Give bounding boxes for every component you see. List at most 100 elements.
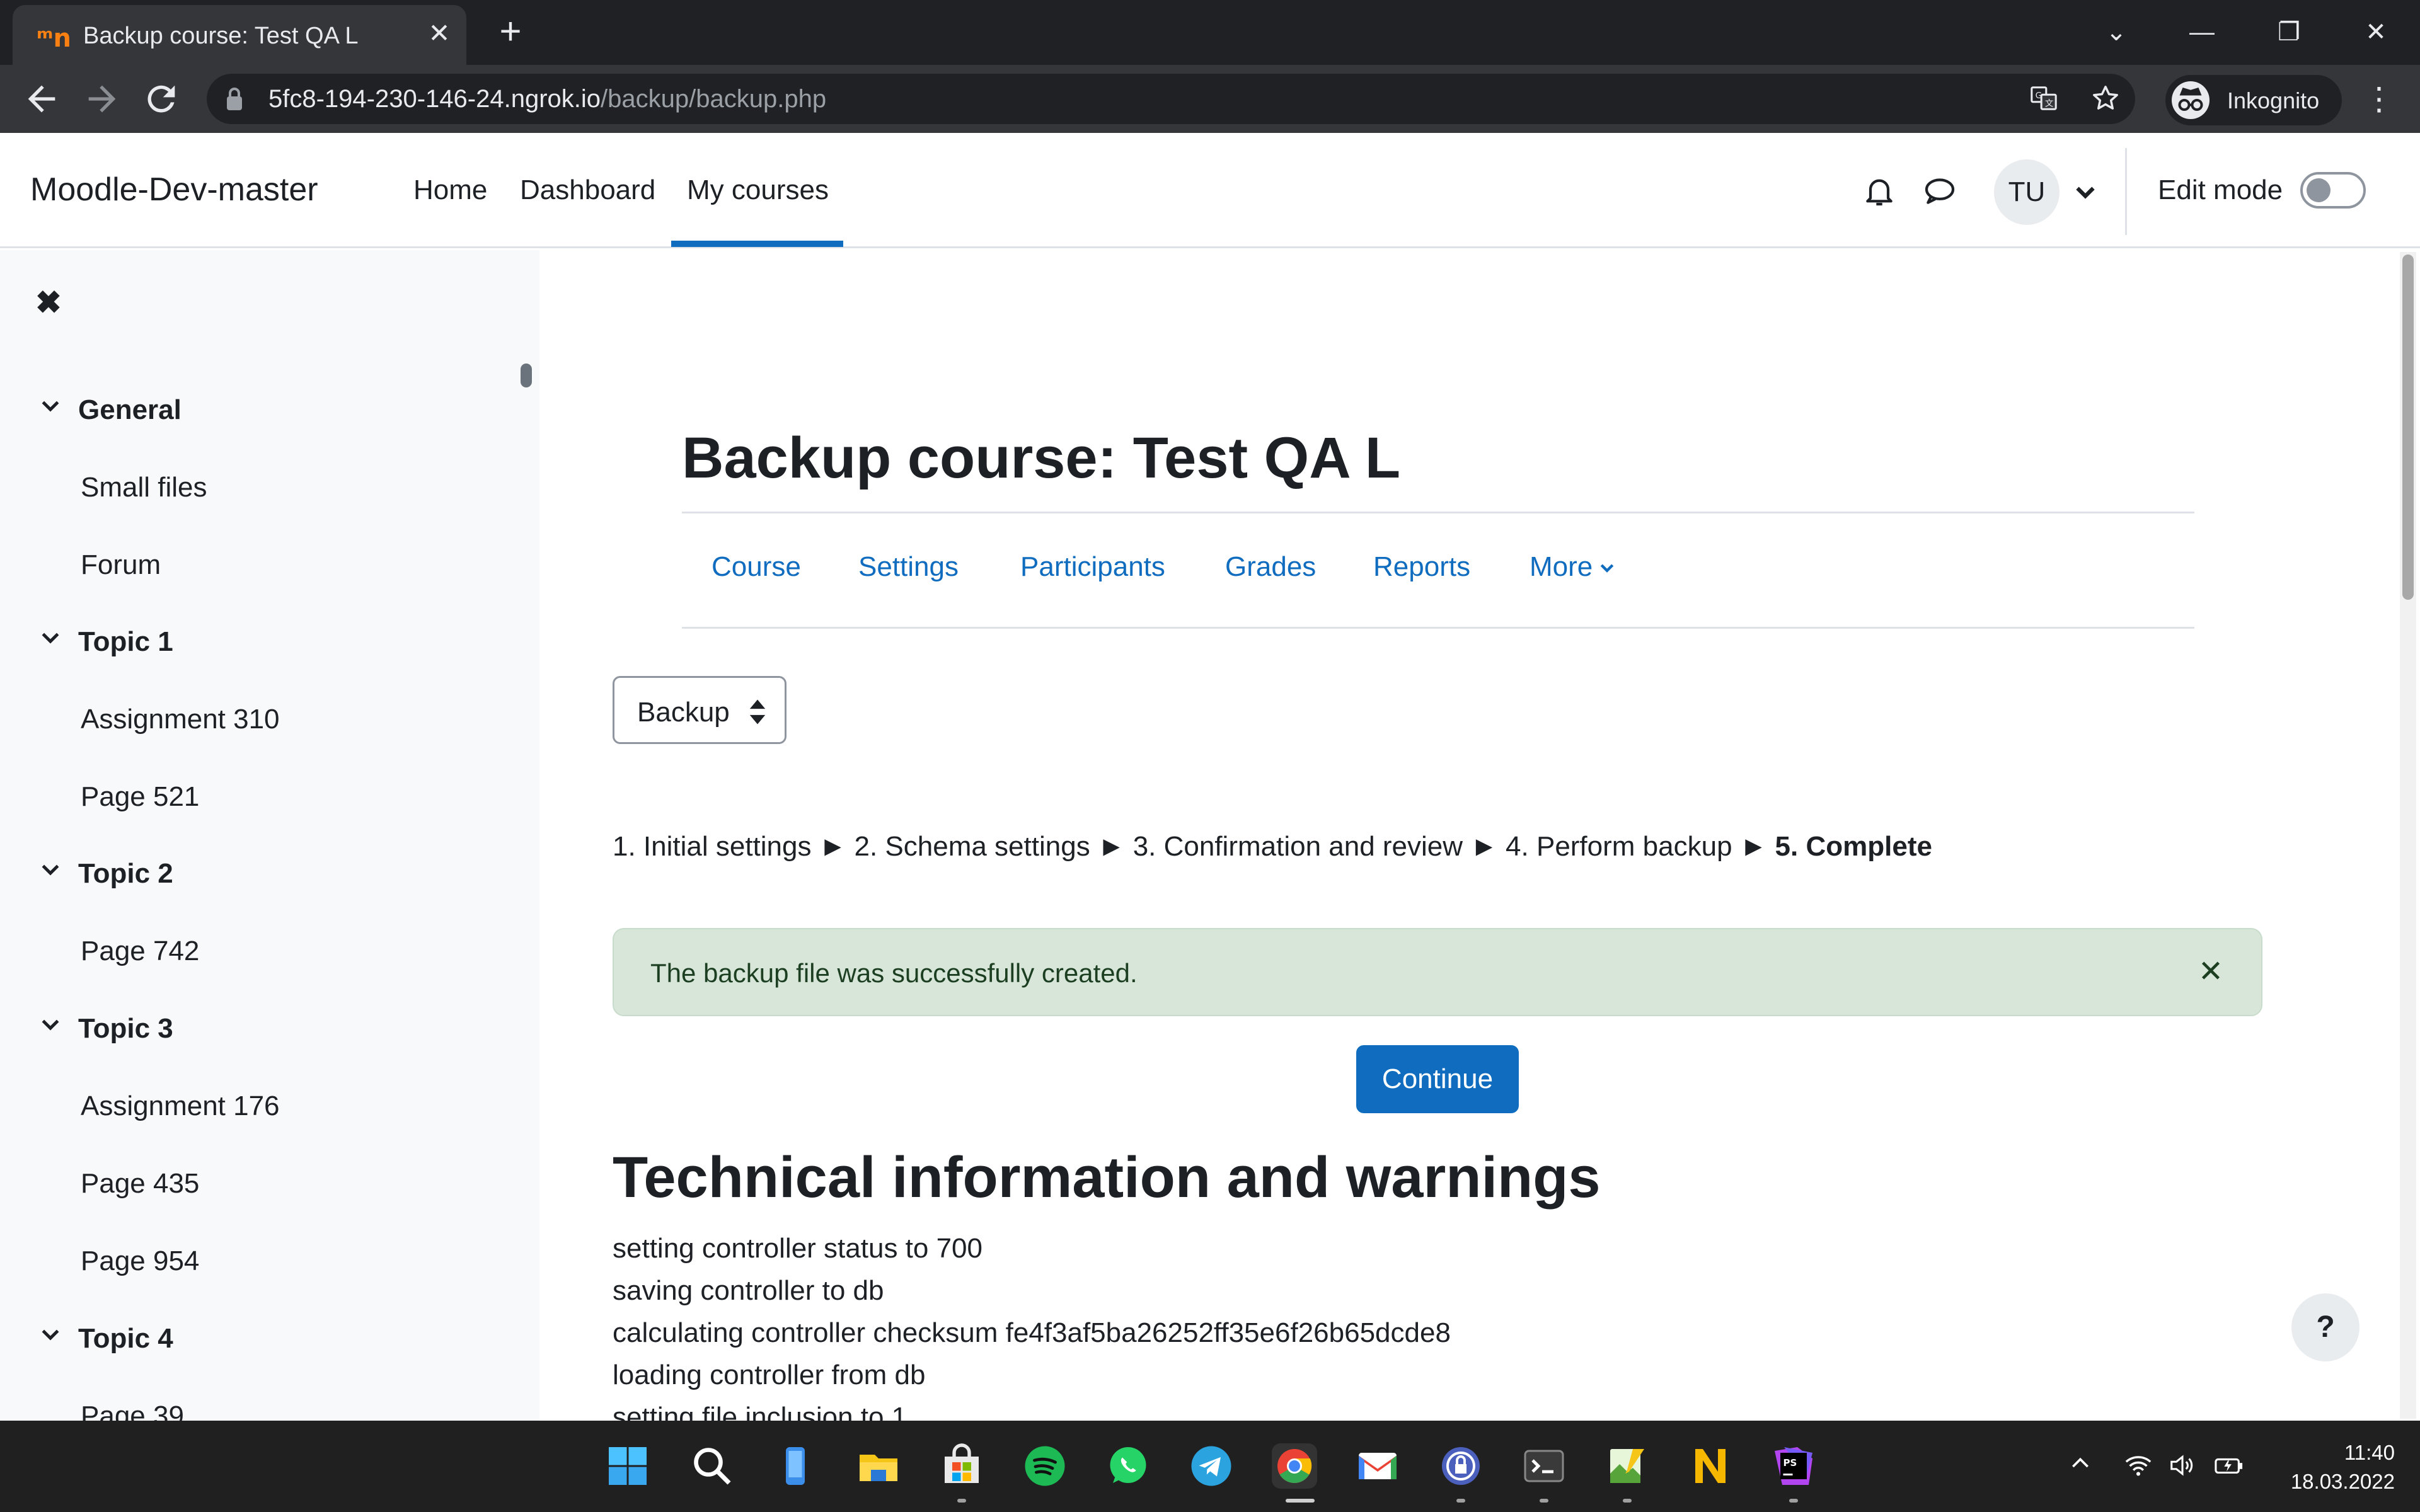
tab-course[interactable]: Course bbox=[712, 551, 801, 583]
select-arrows-icon bbox=[749, 699, 766, 724]
spotify-icon[interactable] bbox=[1022, 1443, 1068, 1489]
log-line: setting file inclusion to 1 bbox=[613, 1402, 908, 1421]
course-item-page-435[interactable]: Page 435 bbox=[81, 1168, 199, 1200]
course-item-page-954[interactable]: Page 954 bbox=[81, 1246, 199, 1277]
course-item-small-files[interactable]: Small files bbox=[81, 472, 207, 503]
notion-icon[interactable] bbox=[1688, 1443, 1733, 1489]
close-tab-icon[interactable]: ✕ bbox=[424, 18, 455, 49]
running-indicator bbox=[957, 1499, 966, 1503]
windows-start-icon[interactable] bbox=[605, 1443, 650, 1489]
photo-editor-icon[interactable] bbox=[1605, 1443, 1650, 1489]
tab-reports[interactable]: Reports bbox=[1373, 551, 1470, 583]
svg-text:PS: PS bbox=[1783, 1457, 1797, 1469]
windows-taskbar: PS 11:40 18.03.2022 bbox=[0, 1421, 2420, 1512]
log-line: setting controller status to 700 bbox=[613, 1233, 982, 1264]
edit-mode-toggle[interactable] bbox=[2300, 172, 2366, 209]
search-icon[interactable] bbox=[689, 1443, 735, 1489]
tab-grades[interactable]: Grades bbox=[1225, 551, 1316, 583]
page-scrollbar-thumb[interactable] bbox=[2402, 255, 2414, 600]
select-value: Backup bbox=[637, 697, 730, 728]
chevron-down-icon[interactable] bbox=[38, 394, 63, 419]
volume-icon[interactable] bbox=[2167, 1451, 2198, 1482]
show-hidden-icons-chevron-up-icon[interactable] bbox=[2065, 1451, 2096, 1482]
system-clock[interactable]: 11:40 18.03.2022 bbox=[2281, 1438, 2395, 1496]
edit-mode-label: Edit mode bbox=[2158, 175, 2283, 205]
messages-bubble-icon[interactable] bbox=[1921, 173, 1959, 211]
phpstorm-icon[interactable]: PS bbox=[1771, 1443, 1816, 1489]
chevron-down-icon[interactable] bbox=[38, 857, 63, 883]
browser-tab[interactable]: ᵐn Backup course: Test QA L ✕ bbox=[13, 5, 466, 65]
address-bar[interactable]: 5fc8-194-230-146-24.ngrok.io/backup/back… bbox=[207, 74, 2135, 124]
close-drawer-icon[interactable]: ✖ bbox=[33, 287, 64, 318]
backup-action-select[interactable]: Backup bbox=[613, 676, 786, 744]
url-path: /backup/backup.php bbox=[601, 85, 827, 113]
gmail-icon[interactable] bbox=[1355, 1443, 1400, 1489]
bookmark-star-icon[interactable] bbox=[2090, 84, 2121, 115]
course-item-forum[interactable]: Forum bbox=[81, 549, 161, 581]
section-title: Topic 2 bbox=[78, 858, 173, 889]
divider bbox=[682, 627, 2194, 629]
continue-button[interactable]: Continue bbox=[1356, 1045, 1519, 1113]
tab-settings[interactable]: Settings bbox=[858, 551, 959, 583]
success-alert: The backup file was successfully created… bbox=[613, 928, 2262, 1016]
nav-dashboard[interactable]: Dashboard bbox=[520, 175, 655, 206]
section-topic-3[interactable]: Topic 3 bbox=[38, 1012, 173, 1045]
tab-participants[interactable]: Participants bbox=[1020, 551, 1165, 583]
log-line: calculating controller checksum fe4f3af5… bbox=[613, 1317, 1451, 1348]
reload-icon[interactable] bbox=[141, 79, 182, 119]
navbar-divider bbox=[2125, 148, 2127, 235]
file-explorer-icon[interactable] bbox=[856, 1443, 901, 1489]
telegram-icon[interactable] bbox=[1189, 1443, 1234, 1489]
keepass-icon[interactable] bbox=[1438, 1443, 1484, 1489]
chrome-icon[interactable] bbox=[1272, 1443, 1317, 1489]
section-general[interactable]: General bbox=[38, 394, 182, 426]
back-arrow-icon[interactable] bbox=[21, 79, 62, 119]
terminal-icon[interactable] bbox=[1521, 1443, 1567, 1489]
whatsapp-icon[interactable] bbox=[1105, 1443, 1151, 1489]
running-indicator bbox=[1623, 1499, 1632, 1503]
dismiss-alert-icon[interactable]: ✕ bbox=[2194, 956, 2227, 988]
course-item-assignment-310[interactable]: Assignment 310 bbox=[81, 704, 280, 735]
microsoft-store-icon[interactable] bbox=[939, 1443, 984, 1489]
phone-link-icon[interactable] bbox=[773, 1443, 818, 1489]
chevron-down-icon[interactable] bbox=[38, 1012, 63, 1038]
chevron-down-icon bbox=[1600, 564, 1614, 573]
section-topic-4[interactable]: Topic 4 bbox=[38, 1322, 173, 1354]
browser-toolbar: 5fc8-194-230-146-24.ngrok.io/backup/back… bbox=[0, 65, 2420, 133]
forward-arrow-icon[interactable] bbox=[82, 79, 122, 119]
wifi-icon[interactable] bbox=[2123, 1451, 2154, 1482]
help-button[interactable]: ? bbox=[2291, 1293, 2360, 1361]
incognito-profile-button[interactable]: Inkognito bbox=[2165, 75, 2342, 125]
notifications-bell-icon[interactable] bbox=[1860, 173, 1898, 211]
window-close-icon[interactable]: ✕ bbox=[2351, 10, 2401, 54]
section-topic-1[interactable]: Topic 1 bbox=[38, 626, 173, 658]
page-title: Backup course: Test QA L bbox=[682, 426, 1401, 490]
section-title: Topic 4 bbox=[78, 1323, 173, 1354]
backup-progress-steps: 1. Initial settings ► 2. Schema settings… bbox=[613, 831, 1932, 862]
translate-icon[interactable]: G文 bbox=[2028, 84, 2060, 115]
browser-menu-icon[interactable]: ⋮ bbox=[2363, 79, 2395, 119]
section-title: Topic 3 bbox=[78, 1013, 173, 1044]
lock-icon bbox=[227, 88, 242, 110]
course-item-assignment-176[interactable]: Assignment 176 bbox=[81, 1091, 280, 1122]
course-item-page-39[interactable]: Page 39 bbox=[81, 1400, 184, 1421]
site-brand[interactable]: Moodle-Dev-master bbox=[30, 171, 318, 209]
battery-icon[interactable] bbox=[2213, 1451, 2245, 1482]
nav-home[interactable]: Home bbox=[413, 175, 487, 206]
user-avatar[interactable]: TU bbox=[1994, 159, 2060, 225]
nav-my-courses[interactable]: My courses bbox=[687, 175, 829, 206]
chevron-down-icon[interactable] bbox=[38, 1322, 63, 1348]
course-item-page-742[interactable]: Page 742 bbox=[81, 936, 199, 967]
user-menu-chevron-down-icon[interactable] bbox=[2070, 175, 2101, 210]
tab-search-icon[interactable]: ⌄ bbox=[2091, 10, 2141, 54]
new-tab-button[interactable]: + bbox=[492, 13, 529, 50]
course-item-page-521[interactable]: Page 521 bbox=[81, 781, 199, 813]
minimize-icon[interactable]: — bbox=[2177, 10, 2227, 54]
drawer-scrollbar[interactable] bbox=[521, 364, 532, 387]
tab-more[interactable]: More bbox=[1530, 551, 1616, 583]
active-nav-indicator bbox=[671, 241, 843, 247]
svg-text:G: G bbox=[2036, 91, 2042, 101]
section-topic-2[interactable]: Topic 2 bbox=[38, 857, 173, 890]
chevron-down-icon[interactable] bbox=[38, 626, 63, 651]
restore-icon[interactable]: ❐ bbox=[2264, 10, 2314, 54]
